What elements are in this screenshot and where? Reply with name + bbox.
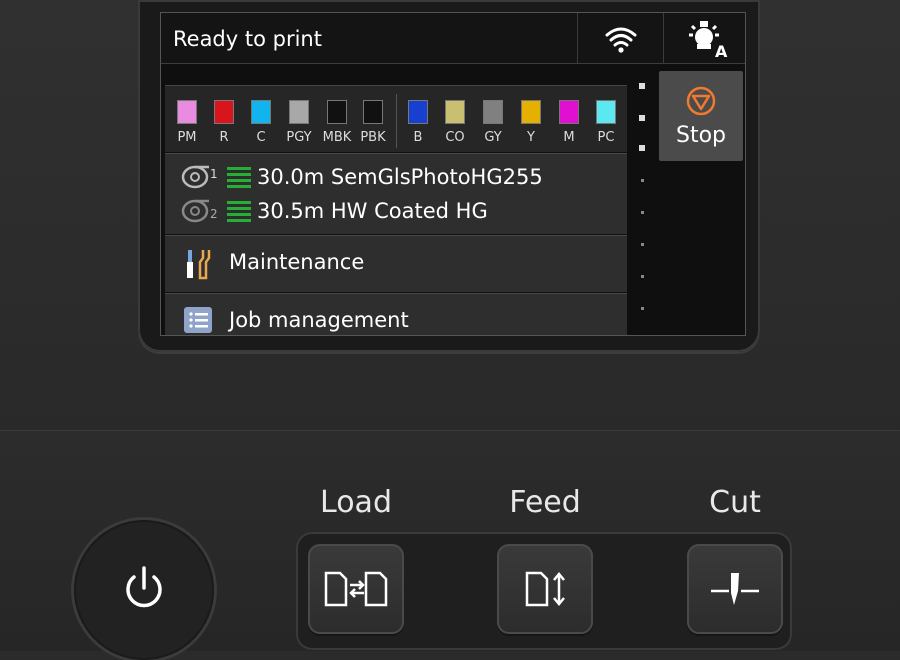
stop-button[interactable]: Stop: [659, 71, 743, 161]
ink-pm: PM: [175, 100, 199, 146]
ink-label: C: [256, 130, 266, 145]
cut-button[interactable]: [687, 544, 783, 634]
feed-label: Feed: [509, 485, 581, 520]
ink-group-divider: [396, 94, 397, 148]
ink-swatch: [559, 100, 579, 124]
ink-swatch: [521, 100, 541, 124]
ink-swatch: [408, 100, 428, 124]
ink-label: PM: [177, 130, 197, 145]
ink-label: CO: [445, 130, 465, 145]
feed-icon: [525, 571, 565, 607]
ink-levels[interactable]: PM R C PGY MBK PBK B CO GY Y M PC: [165, 85, 627, 152]
job-management-item[interactable]: Job management: [165, 293, 627, 335]
roll-2-icon: 2: [181, 199, 218, 223]
ink-swatch: [363, 100, 383, 124]
ink-mbk: MBK: [323, 100, 351, 146]
ink-label: R: [219, 130, 229, 145]
ink-m: M: [557, 100, 581, 146]
ink-label: B: [413, 130, 423, 145]
ink-swatch: [177, 100, 197, 124]
ink-label: MBK: [322, 130, 352, 145]
ink-swatch: [289, 100, 309, 124]
roll-2-text: 30.5m HW Coated HG: [257, 199, 488, 223]
ink-co: CO: [443, 100, 467, 146]
job-management-label: Job management: [229, 308, 409, 332]
ink-label: PGY: [286, 130, 312, 145]
ink-b: B: [406, 100, 430, 146]
tools-icon: [187, 250, 211, 280]
wifi-button[interactable]: [577, 13, 664, 63]
ink-pgy: PGY: [286, 100, 312, 146]
cut-icon: [711, 573, 759, 605]
ink-label: Y: [527, 130, 535, 145]
stop-icon: [686, 86, 716, 116]
ink-label: PBK: [360, 130, 386, 145]
ink-swatch: [445, 100, 465, 124]
ink-pc: PC: [594, 100, 618, 146]
load-button[interactable]: [308, 544, 404, 634]
ink-swatch: [596, 100, 616, 124]
roll-2-level-icon: [227, 201, 251, 223]
maintenance-label: Maintenance: [229, 250, 365, 274]
roll-1-number: 1: [210, 167, 218, 181]
touch-screen: Ready to print A PM R C PGY MBK PBK B CO…: [160, 12, 746, 336]
ink-c: C: [249, 100, 273, 146]
status-bar: Ready to print A: [161, 13, 745, 64]
power-icon: [126, 566, 162, 608]
status-text: Ready to print: [173, 27, 322, 51]
load-icon: [324, 571, 388, 607]
roll-1-text: 30.0m SemGlsPhotoHG255: [257, 165, 543, 189]
lamp-auto-icon: A: [689, 21, 728, 61]
feed-button[interactable]: [497, 544, 593, 634]
ink-label: PC: [597, 130, 615, 145]
roll-1-icon: 1: [181, 165, 218, 189]
ink-swatch: [327, 100, 347, 124]
roll-1-level-icon: [227, 167, 251, 189]
load-label: Load: [320, 485, 392, 520]
wifi-icon: [605, 27, 637, 53]
home-menu-list: PM R C PGY MBK PBK B CO GY Y M PC 1 30.0…: [165, 85, 627, 335]
ink-swatch: [251, 100, 271, 124]
maintenance-item[interactable]: Maintenance: [165, 235, 627, 292]
stop-label: Stop: [675, 123, 726, 148]
ink-r: R: [212, 100, 236, 146]
ink-gy: GY: [481, 100, 505, 146]
ink-swatch: [483, 100, 503, 124]
scroll-indicator: [639, 83, 647, 333]
svg-text:A: A: [715, 42, 728, 61]
ink-swatch: [214, 100, 234, 124]
paper-light-button[interactable]: A: [663, 13, 745, 63]
power-button[interactable]: [74, 520, 214, 660]
cut-label: Cut: [709, 485, 761, 520]
ink-pbk: PBK: [360, 100, 386, 146]
ink-label: GY: [484, 130, 502, 145]
list-icon: [184, 307, 212, 333]
roll-2-number: 2: [210, 207, 218, 221]
ink-label: M: [563, 130, 575, 145]
paper-rolls-item[interactable]: 1 30.0m SemGlsPhotoHG255 2 30.5m HW Coat: [165, 153, 627, 234]
ink-y: Y: [519, 100, 543, 146]
